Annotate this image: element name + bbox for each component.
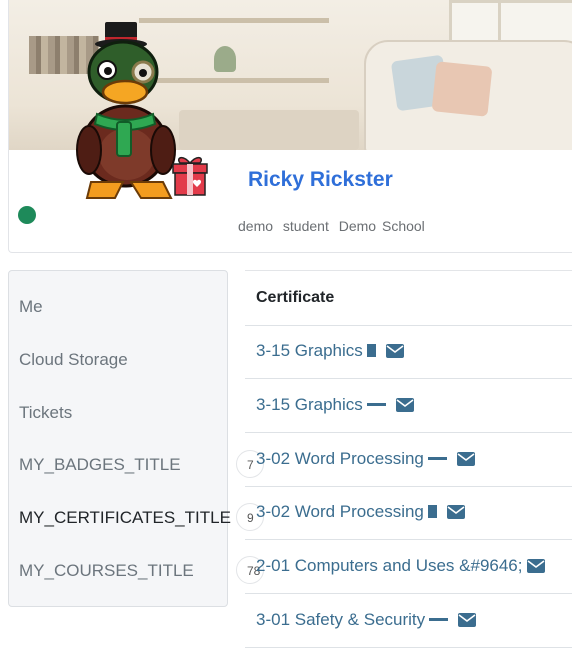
table-row: 3-15 Graphics xyxy=(245,379,572,433)
dash-icon[interactable] xyxy=(427,457,447,460)
sidebar-item-cloud-storage[interactable]: Cloud Storage xyxy=(19,350,128,370)
table-row: 3-01 Safety & Security xyxy=(245,594,572,648)
envelope-icon[interactable] xyxy=(395,398,414,412)
sidebar-item-me[interactable]: Me xyxy=(19,297,43,317)
user-name[interactable]: Ricky Rickster xyxy=(248,168,393,192)
profile-card: Ricky Rickster demo student Demo School xyxy=(8,0,572,253)
sidebar-item-badges[interactable]: MY_BADGES_TITLE xyxy=(19,455,181,475)
table-row: 3-02 Word Processing xyxy=(245,486,572,540)
user-meta: demo student Demo School xyxy=(238,218,429,234)
certificate-link[interactable]: 3-15 Graphics xyxy=(256,395,414,415)
table-row: 3-15 Graphics xyxy=(245,325,572,379)
envelope-icon[interactable] xyxy=(446,505,465,519)
table-header: Certificate xyxy=(245,270,572,326)
dash-icon[interactable] xyxy=(429,618,449,621)
envelope-icon[interactable] xyxy=(385,344,404,358)
online-status-dot xyxy=(18,206,36,224)
sidebar-item-courses[interactable]: MY_COURSES_TITLE xyxy=(19,561,194,581)
column-header-certificate: Certificate xyxy=(256,289,335,306)
certificate-link[interactable]: 3-01 Safety & Security xyxy=(256,610,477,630)
table-row: 3-02 Word Processing xyxy=(245,433,572,487)
sidebar-item-certificates[interactable]: MY_CERTIFICATES_TITLE xyxy=(19,508,231,528)
envelope-icon[interactable] xyxy=(458,613,477,627)
sidebar-item-tickets[interactable]: Tickets xyxy=(19,403,72,423)
table-row: 2-01 Computers and Uses &#9646; xyxy=(245,540,572,594)
envelope-icon[interactable] xyxy=(456,452,475,466)
sidebar-nav: Me Cloud Storage Tickets MY_BADGES_TITLE… xyxy=(8,270,231,607)
document-icon[interactable] xyxy=(427,505,437,518)
document-icon[interactable] xyxy=(366,344,376,357)
user-school: Demo School xyxy=(338,218,425,234)
certificate-link[interactable]: 3-15 Graphics xyxy=(256,341,404,361)
certificate-link[interactable]: 2-01 Computers and Uses &#9646; xyxy=(256,556,545,576)
certificate-link[interactable]: 3-02 Word Processing xyxy=(256,502,465,522)
gift-icon[interactable] xyxy=(168,154,212,198)
envelope-icon[interactable] xyxy=(526,559,545,573)
user-role: student xyxy=(282,218,329,234)
dash-icon[interactable] xyxy=(366,403,386,406)
user-username: demo xyxy=(238,218,274,234)
certificate-link[interactable]: 3-02 Word Processing xyxy=(256,449,475,469)
